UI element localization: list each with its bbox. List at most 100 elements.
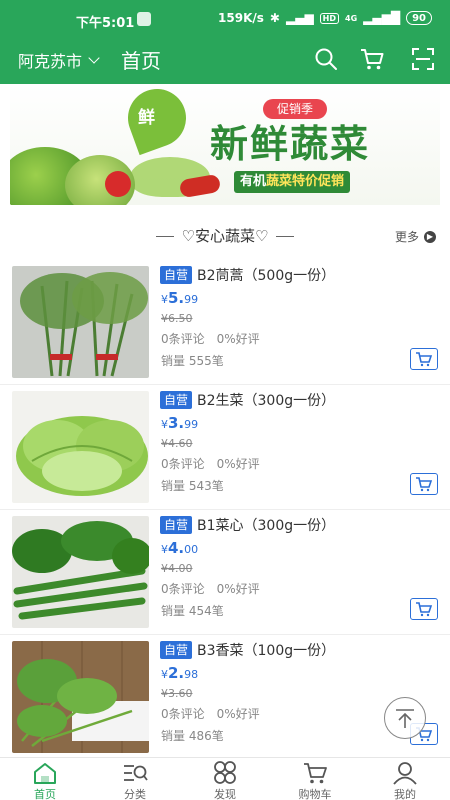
page-title: 首页: [121, 49, 161, 73]
tab-category[interactable]: 分类: [90, 758, 180, 800]
cart-icon: [416, 352, 433, 367]
hd-badge: HD: [319, 12, 340, 24]
price-decimal: 99: [184, 293, 199, 306]
price-currency: ¥: [161, 293, 168, 306]
product-price: ¥2.98: [161, 664, 198, 682]
tab-cart-label: 购物车: [298, 788, 332, 800]
positive-rating: 0%好评: [216, 582, 260, 596]
product-reviews: 0条评论 0%好评: [161, 580, 260, 597]
price-integer: 4.: [168, 539, 185, 557]
original-price: ¥4.00: [161, 562, 193, 575]
banner-subtitle-organic: 有机: [240, 174, 267, 189]
product-image: [12, 641, 149, 753]
tomato-illustration: [105, 171, 131, 197]
section-header: ♡安心蔬菜♡ 更多 ▶: [0, 222, 450, 248]
product-name: B2生菜（300g一份）: [197, 393, 336, 409]
product-price: ¥3.99: [161, 414, 198, 432]
banner-subtitle-vegetable: 蔬菜: [266, 174, 293, 189]
product-name: B1菜心（300g一份）: [197, 518, 336, 534]
product-price: ¥4.00: [161, 539, 198, 557]
cart-icon: [416, 602, 433, 617]
search-icon[interactable]: [313, 46, 339, 72]
product-price: ¥5.99: [161, 289, 198, 307]
product-image: [12, 391, 149, 503]
network-speed: 159K/s: [218, 11, 264, 25]
divider-line: [276, 236, 295, 237]
banner-title: 新鲜蔬菜: [210, 122, 371, 166]
positive-rating: 0%好评: [216, 457, 260, 471]
self-operated-tag: 自营: [160, 516, 193, 534]
scan-icon[interactable]: [410, 46, 436, 72]
self-operated-tag: 自营: [160, 641, 193, 659]
sales-count: 销量 486笔: [161, 729, 224, 743]
cell-signal: 4G: [345, 13, 358, 23]
city-selector[interactable]: 阿克苏市: [18, 48, 100, 72]
price-decimal: 99: [184, 418, 199, 431]
product-name: B2茼蒿（500g一份）: [197, 268, 336, 284]
status-bar: 下午5:01 159K/s ✱ ▂▄▆ HD 4G ▂▄▆█ 90: [0, 0, 450, 38]
tab-discover[interactable]: 发现: [180, 758, 270, 800]
divider-line: [155, 236, 174, 237]
original-price: ¥6.50: [161, 312, 193, 325]
product-reviews: 0条评论 0%好评: [161, 705, 260, 722]
tab-home-label: 首页: [34, 788, 56, 800]
category-icon: [124, 765, 148, 781]
home-icon: [34, 763, 56, 784]
discover-icon: [214, 761, 236, 784]
price-currency: ¥: [161, 543, 168, 556]
cart-icon: [304, 763, 327, 784]
product-card[interactable]: 自营 B2茼蒿（500g一份） ¥5.99 ¥6.50 0条评论 0%好评 销量 …: [0, 260, 450, 385]
more-link[interactable]: 更多 ▶: [395, 228, 436, 245]
cart-icon[interactable]: [359, 46, 385, 72]
fresh-leaf-logo: [119, 85, 195, 156]
price-currency: ¥: [161, 418, 168, 431]
promo-banner[interactable]: 鲜 促销季 新鲜蔬菜 有机蔬菜特价促销: [10, 85, 440, 205]
product-card[interactable]: 自营 B1菜心（300g一份） ¥4.00 ¥4.00 0条评论 0%好评 销量 …: [0, 510, 450, 635]
product-image: [12, 266, 149, 378]
product-reviews: 0条评论 0%好评: [161, 455, 260, 472]
tab-profile[interactable]: 我的: [360, 758, 450, 800]
original-price: ¥3.60: [161, 687, 193, 700]
product-card[interactable]: 自营 B3香菜（100g一份） ¥2.98 ¥3.60 0条评论 0%好评 销量 …: [0, 635, 450, 760]
add-to-cart-button[interactable]: [410, 348, 438, 370]
review-count: 0条评论: [161, 332, 205, 346]
self-operated-tag: 自营: [160, 266, 193, 284]
fresh-logo-text: 鲜: [138, 108, 155, 128]
price-integer: 2.: [168, 664, 185, 682]
price-decimal: 98: [184, 668, 199, 681]
cell-signal-icon: ▂▄▆█: [363, 11, 401, 25]
tab-home[interactable]: 首页: [0, 758, 90, 800]
bottom-tab-bar: 首页 分类 发现 购物车 我的: [0, 757, 450, 800]
chevron-down-icon: [88, 51, 100, 64]
review-count: 0条评论: [161, 582, 205, 596]
price-integer: 3.: [168, 414, 185, 432]
positive-rating: 0%好评: [216, 332, 260, 346]
status-time: 下午5:01: [76, 16, 135, 31]
bluetooth-icon: ✱: [269, 11, 280, 25]
price-decimal: 00: [184, 543, 199, 556]
add-to-cart-button[interactable]: [410, 598, 438, 620]
price-currency: ¥: [161, 668, 168, 681]
positive-rating: 0%好评: [216, 707, 260, 721]
review-count: 0条评论: [161, 457, 205, 471]
notification-app-icon: [137, 12, 151, 26]
banner-subtitle-sale: 特价促销: [292, 174, 345, 189]
add-to-cart-button[interactable]: [410, 473, 438, 495]
chevron-right-icon: ▶: [424, 230, 436, 243]
tab-cart[interactable]: 购物车: [270, 758, 360, 800]
city-label: 阿克苏市: [18, 52, 83, 71]
status-indicators: 159K/s ✱ ▂▄▆ HD 4G ▂▄▆█ 90: [218, 11, 432, 25]
tab-discover-label: 发现: [214, 788, 236, 800]
back-to-top-button[interactable]: [384, 697, 426, 739]
tab-profile-label: 我的: [394, 788, 416, 800]
original-price: ¥4.60: [161, 437, 193, 450]
price-integer: 5.: [168, 289, 185, 307]
wifi-signal-icon: ▂▄▆: [285, 11, 314, 25]
section-title: ♡安心蔬菜♡: [0, 225, 450, 246]
tab-category-label: 分类: [124, 788, 146, 800]
sales-count: 销量 555笔: [161, 354, 224, 368]
banner-subtitle: 有机蔬菜特价促销: [234, 171, 351, 193]
product-card[interactable]: 自营 B2生菜（300g一份） ¥3.99 ¥4.60 0条评论 0%好评 销量 …: [0, 385, 450, 510]
sales-count: 销量 543笔: [161, 479, 224, 493]
review-count: 0条评论: [161, 707, 205, 721]
